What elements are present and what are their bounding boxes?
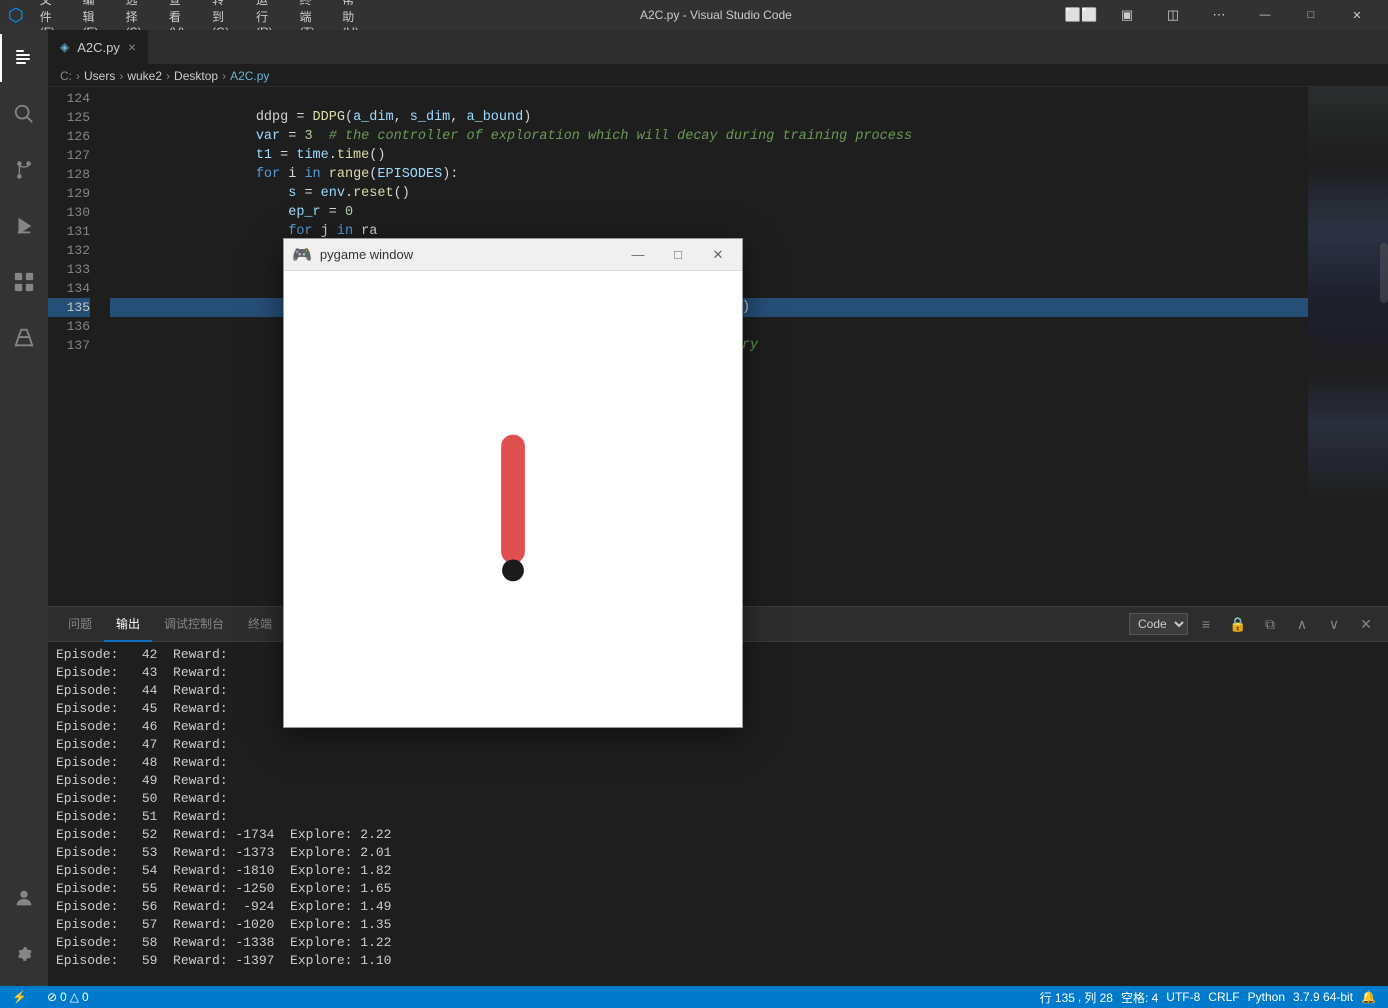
minimap (1308, 87, 1388, 606)
status-encoding[interactable]: UTF-8 (1162, 986, 1204, 1008)
close-panel-btn[interactable]: ✕ (1352, 613, 1380, 635)
breadcrumb-drive[interactable]: C: (60, 69, 72, 83)
output-line-14: Episode: 55 Reward: -1250 Explore: 1.65 (56, 880, 1380, 898)
col-text: 列 28 (1084, 989, 1113, 1006)
filter-output-btn[interactable]: ≡ (1192, 613, 1220, 635)
breadcrumb-desktop[interactable]: Desktop (174, 69, 218, 83)
activity-bar (0, 30, 48, 986)
activity-explorer[interactable] (0, 34, 48, 82)
panel-tab-output[interactable]: 输出 (104, 607, 152, 642)
line-ending-text: CRLF (1208, 990, 1239, 1004)
activity-extensions[interactable] (0, 258, 48, 306)
output-line-15: Episode: 56 Reward: -924 Explore: 1.49 (56, 898, 1380, 916)
activity-account[interactable] (0, 874, 48, 922)
output-line-13: Episode: 54 Reward: -1810 Explore: 1.82 (56, 862, 1380, 880)
expand-panel-btn[interactable]: ∨ (1320, 613, 1348, 635)
status-python-version[interactable]: 3.7.9 64-bit (1289, 986, 1357, 1008)
panel-tab-problems[interactable]: 问题 (56, 607, 104, 642)
pygame-titlebar: 🎮 pygame window — □ ✕ (284, 239, 742, 271)
line-numbers: 124 125 126 127 128 129 130 131 132 133 … (48, 87, 100, 606)
output-line-10: Episode: 51 Reward: (56, 808, 1380, 826)
pygame-canvas (284, 271, 742, 727)
pygame-minimize-btn[interactable]: — (622, 244, 654, 266)
output-line-6: Episode: 47 Reward: (56, 736, 1380, 754)
output-line-12: Episode: 53 Reward: -1373 Explore: 2.01 (56, 844, 1380, 862)
window-controls: ⬜⬜ ▣ ◫ ⋯ — □ ✕ (1058, 0, 1380, 30)
minimize-btn[interactable]: — (1242, 0, 1288, 30)
output-line-11: Episode: 52 Reward: -1734 Explore: 2.22 (56, 826, 1380, 844)
activity-search[interactable] (0, 90, 48, 138)
layout-btn[interactable]: ⬜⬜ (1058, 0, 1104, 30)
titlebar: ⬡ 文件(F) 编辑(E) 选择(S) 查看(V) 转到(G) 运行(R) 终端… (0, 0, 1388, 30)
tab-bar: ◈ A2C.py × (48, 30, 1388, 65)
encoding-text: UTF-8 (1166, 990, 1200, 1004)
warning-count: 0 (82, 990, 89, 1004)
copy-output-btn[interactable]: ⧉ (1256, 613, 1284, 635)
lock-output-btn[interactable]: 🔒 (1224, 613, 1252, 635)
output-line-9: Episode: 50 Reward: (56, 790, 1380, 808)
status-notification[interactable]: 🔔 (1357, 986, 1380, 1008)
pygame-close-btn[interactable]: ✕ (702, 244, 734, 266)
pendulum-svg (284, 271, 742, 727)
window-title: A2C.py - Visual Studio Code (374, 8, 1058, 22)
error-icon: ⊘ (47, 990, 57, 1004)
panel-tab-terminal[interactable]: 终端 (236, 607, 284, 642)
status-position[interactable]: 行 135, 列 28 (1036, 986, 1117, 1008)
row-col-text: 行 135 (1040, 989, 1075, 1006)
activity-settings[interactable] (0, 930, 48, 978)
status-errors[interactable]: ⊘ 0 △ 0 (43, 986, 93, 1008)
panel-tab-debug[interactable]: 调试控制台 (152, 607, 236, 642)
breadcrumb-file[interactable]: A2C.py (230, 69, 269, 83)
output-line-8: Episode: 49 Reward: (56, 772, 1380, 790)
language-text: Python (1248, 990, 1285, 1004)
pygame-window: 🎮 pygame window — □ ✕ (283, 238, 743, 728)
activity-bottom (0, 874, 48, 986)
error-count: 0 (60, 990, 67, 1004)
pygame-window-title: pygame window (320, 247, 614, 262)
tab-close-btn[interactable]: × (128, 39, 136, 55)
clear-output-btn[interactable]: ∧ (1288, 613, 1316, 635)
warning-icon: △ (70, 990, 79, 1004)
split-editor-btn[interactable]: ▣ (1104, 0, 1150, 30)
close-btn[interactable]: ✕ (1334, 0, 1380, 30)
output-source-select[interactable]: Code (1129, 613, 1188, 635)
output-line-7: Episode: 48 Reward: (56, 754, 1380, 772)
output-line-17: Episode: 58 Reward: -1338 Explore: 1.22 (56, 934, 1380, 952)
pygame-app-icon: 🎮 (292, 245, 312, 265)
status-spaces[interactable]: 空格: 4 (1117, 986, 1162, 1008)
tab-filename: A2C.py (77, 40, 120, 55)
more-layout-btn[interactable]: ⋯ (1196, 0, 1242, 30)
editor-tab-a2c[interactable]: ◈ A2C.py × (48, 30, 149, 64)
status-bar: ⚡ ⊘ 0 △ 0 行 135, 列 28 空格: 4 UTF-8 CRLF P… (0, 986, 1388, 1008)
python-version-text: 3.7.9 64-bit (1293, 990, 1353, 1004)
pendulum-pivot (502, 559, 524, 581)
toggle-sidebar-btn[interactable]: ◫ (1150, 0, 1196, 30)
vscode-icon: ⬡ (8, 5, 24, 26)
pendulum-pole (501, 435, 525, 564)
spaces-text: 空格: 4 (1121, 989, 1158, 1006)
activity-source-control[interactable] (0, 146, 48, 194)
maximize-btn[interactable]: □ (1288, 0, 1334, 30)
bell-icon: 🔔 (1361, 990, 1376, 1004)
remote-icon: ⚡ (12, 990, 27, 1004)
breadcrumb-users[interactable]: Users (84, 69, 115, 83)
status-right: 行 135, 列 28 空格: 4 UTF-8 CRLF Python 3.7.… (1036, 986, 1380, 1008)
output-line-18: Episode: 59 Reward: -1397 Explore: 1.10 (56, 952, 1380, 970)
pygame-maximize-btn[interactable]: □ (662, 244, 694, 266)
status-language[interactable]: Python (1244, 986, 1289, 1008)
activity-test[interactable] (0, 314, 48, 362)
panel-controls: Code ≡ 🔒 ⧉ ∧ ∨ ✕ (1129, 613, 1380, 635)
status-remote[interactable]: ⚡ (8, 986, 31, 1008)
code-line-124: ddpg = DDPG(a_dim, s_dim, a_bound) (110, 89, 1308, 108)
breadcrumb-user[interactable]: wuke2 (127, 69, 162, 83)
breadcrumb: C: › Users › wuke2 › Desktop › A2C.py (48, 65, 1388, 87)
output-line-16: Episode: 57 Reward: -1020 Explore: 1.35 (56, 916, 1380, 934)
activity-run[interactable] (0, 202, 48, 250)
status-line-ending[interactable]: CRLF (1204, 986, 1243, 1008)
file-icon: ◈ (60, 40, 69, 54)
